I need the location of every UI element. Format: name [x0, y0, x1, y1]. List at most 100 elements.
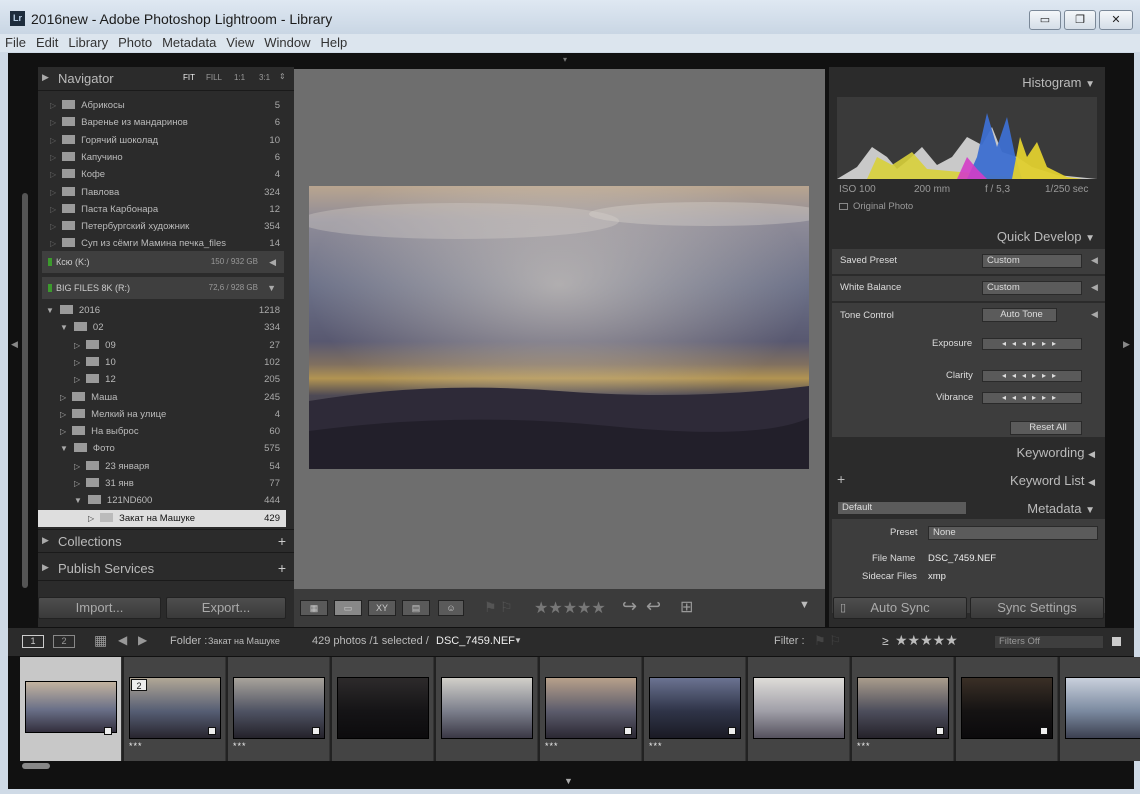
grid-view-icon[interactable]: ▦ [300, 600, 328, 616]
flag-pick-icon[interactable]: ⚑ [484, 599, 497, 616]
top-panel-toggle-icon[interactable]: ▾ [563, 55, 567, 64]
folder-row[interactable]: ▷ 10 102 [38, 354, 286, 371]
filmstrip-cell[interactable] [956, 657, 1058, 761]
vibrance-stepper[interactable]: ◂◂◂▸▸▸ [982, 392, 1082, 404]
add-publish-service-button[interactable]: + [278, 560, 286, 576]
right-panel-toggle-icon[interactable]: ▶ [1123, 339, 1130, 350]
filmstrip-scrollbar[interactable] [22, 763, 50, 769]
folder-expand-icon[interactable]: ▷ [88, 514, 94, 523]
publish-services-header[interactable]: ▶ Publish Services + [38, 557, 294, 581]
folder-row[interactable]: ▷ Петербургский художник 354 [38, 218, 286, 235]
filter-flag-icon[interactable]: ⚑ ⚐ [814, 633, 841, 649]
thumbnail[interactable] [25, 681, 117, 733]
folder-row[interactable]: ▷ 31 янв 77 [38, 475, 286, 492]
rotate-left-icon[interactable]: ↪ [622, 596, 637, 617]
minimize-button[interactable]: ▭ [1029, 10, 1061, 30]
filter-lock-icon[interactable] [1112, 637, 1121, 646]
filmstrip-cell[interactable]: 2 *** [124, 657, 226, 761]
filmstrip-cell[interactable] [332, 657, 434, 761]
filmstrip-cell[interactable]: *** [228, 657, 330, 761]
folder-row[interactable]: ▷ Маша 245 [38, 389, 286, 406]
menu-edit[interactable]: Edit [31, 34, 63, 51]
filter-stars[interactable]: ★★★★★ [895, 632, 958, 649]
people-view-icon[interactable]: ☺ [438, 600, 464, 616]
zoom-fill[interactable]: FILL [206, 73, 222, 82]
menu-library[interactable]: Library [63, 34, 113, 51]
folder-expand-icon[interactable]: ▷ [74, 375, 80, 384]
original-photo-checkbox[interactable] [839, 203, 848, 210]
toolbar-menu-icon[interactable]: ▼ [799, 599, 810, 611]
add-keyword-button[interactable]: + [837, 471, 845, 487]
expand-icon[interactable]: ◀ [1091, 309, 1098, 320]
menu-photo[interactable]: Photo [113, 34, 157, 51]
saved-preset-dropdown[interactable]: Custom [982, 254, 1082, 268]
folder-row[interactable]: ▷ Павлова 324 [38, 184, 286, 201]
rating-stars[interactable]: ★★★★★ [534, 598, 606, 618]
folder-row[interactable]: ▷ Мелкий на улице 4 [38, 406, 286, 423]
thumbnail[interactable] [1065, 677, 1140, 739]
survey-view-icon[interactable]: ▤ [402, 600, 430, 616]
menu-view[interactable]: View [221, 34, 259, 51]
export-button[interactable]: Export... [166, 597, 286, 619]
thumbnail[interactable] [441, 677, 533, 739]
zoom-fit[interactable]: FIT [183, 73, 195, 82]
filename-value[interactable]: DSC_7459.NEF [928, 553, 996, 564]
left-panel-toggle-icon[interactable]: ◀ [11, 339, 18, 350]
volume-k[interactable]: Кcю (K:) 150 / 932 GB ◀ [42, 251, 284, 273]
folder-expand-icon[interactable]: ▷ [60, 427, 66, 436]
folder-expand-icon[interactable]: ▼ [46, 306, 54, 315]
folder-expand-icon[interactable]: ▼ [60, 444, 68, 453]
menu-file[interactable]: File [0, 34, 31, 51]
filmstrip-cell[interactable] [748, 657, 850, 761]
stack-count-badge[interactable]: 2 [131, 679, 147, 691]
folder-expand-icon[interactable]: ▷ [74, 479, 80, 488]
crop-overlay-icon[interactable]: ⊞ [680, 597, 693, 617]
filmstrip-cell[interactable] [1060, 657, 1140, 761]
filters-dropdown[interactable]: Filters Off [994, 635, 1104, 649]
folder-row[interactable]: ▷ 12 205 [38, 371, 286, 388]
rotate-right-icon[interactable]: ↩ [646, 596, 661, 617]
volume-r[interactable]: BIG FILES 8K (R:) 72,6 / 928 GB ▼ [42, 277, 284, 299]
thumbnail[interactable] [337, 677, 429, 739]
auto-tone-button[interactable]: Auto Tone [982, 308, 1057, 322]
folder-expand-icon[interactable]: ▷ [74, 341, 80, 350]
folder-row[interactable]: ▷ Закат на Машуке 429 [38, 509, 286, 527]
selected-filename[interactable]: DSC_7459.NEF [436, 635, 515, 647]
metadata-view-dropdown[interactable]: Default [837, 501, 967, 515]
folder-row[interactable]: ▼ 2016 1218 [38, 302, 286, 319]
keywording-header[interactable]: Keywording ◀ [829, 445, 1105, 460]
window-1-button[interactable]: 1 [22, 635, 44, 648]
folder-expand-icon[interactable]: ▷ [74, 462, 80, 471]
filmstrip-cell[interactable] [436, 657, 538, 761]
flag-reject-icon[interactable]: ⚐ [500, 599, 513, 616]
auto-sync-button[interactable]: ▯ Auto Sync [833, 597, 967, 619]
rating-compare-icon[interactable]: ≥ [882, 634, 889, 648]
folder-row[interactable]: ▷ Суп из сёмги Мамина печка_files 14 [38, 235, 286, 252]
collections-header[interactable]: ▶ Collections + [38, 529, 294, 553]
expand-icon[interactable]: ◀ [1091, 255, 1098, 266]
back-arrow-icon[interactable]: ◀ [118, 633, 127, 647]
folder-row[interactable]: ▷ 09 27 [38, 337, 286, 354]
sync-settings-button[interactable]: Sync Settings [970, 597, 1104, 619]
forward-arrow-icon[interactable]: ▶ [138, 633, 147, 647]
grid-icon[interactable]: ▦ [94, 632, 107, 649]
expand-icon[interactable]: ◀ [1091, 282, 1098, 293]
folder-expand-icon[interactable]: ▷ [60, 393, 66, 402]
filmstrip-cell[interactable]: *** [852, 657, 954, 761]
menu-metadata[interactable]: Metadata [157, 34, 221, 51]
folder-expand-icon[interactable]: ▷ [60, 410, 66, 419]
maximize-button[interactable]: ❐ [1064, 10, 1096, 30]
folder-row[interactable]: ▼ 02 334 [38, 319, 286, 336]
exposure-stepper[interactable]: ◂◂◂▸▸▸ [982, 338, 1082, 350]
folder-row[interactable]: ▷ Капучино 6 [38, 149, 286, 166]
folder-row[interactable]: ▷ Варенье из мандаринов 6 [38, 114, 286, 131]
zoom-dropdown-icon[interactable]: ⇕ [279, 72, 286, 81]
filmstrip-cell[interactable] [20, 657, 122, 761]
navigator-header[interactable]: ▶ Navigator FIT FILL 1:1 3:1 ⇕ [38, 67, 294, 91]
reset-all-button[interactable]: Reset All [1010, 421, 1082, 435]
folder-expand-icon[interactable]: ▼ [74, 496, 82, 505]
folder-row[interactable]: ▷ Кофе 4 [38, 166, 286, 183]
folder-row[interactable]: ▼ 121ND600 444 [38, 492, 286, 509]
metadata-header[interactable]: Default Metadata ▼ [829, 501, 1105, 516]
white-balance-dropdown[interactable]: Custom [982, 281, 1082, 295]
